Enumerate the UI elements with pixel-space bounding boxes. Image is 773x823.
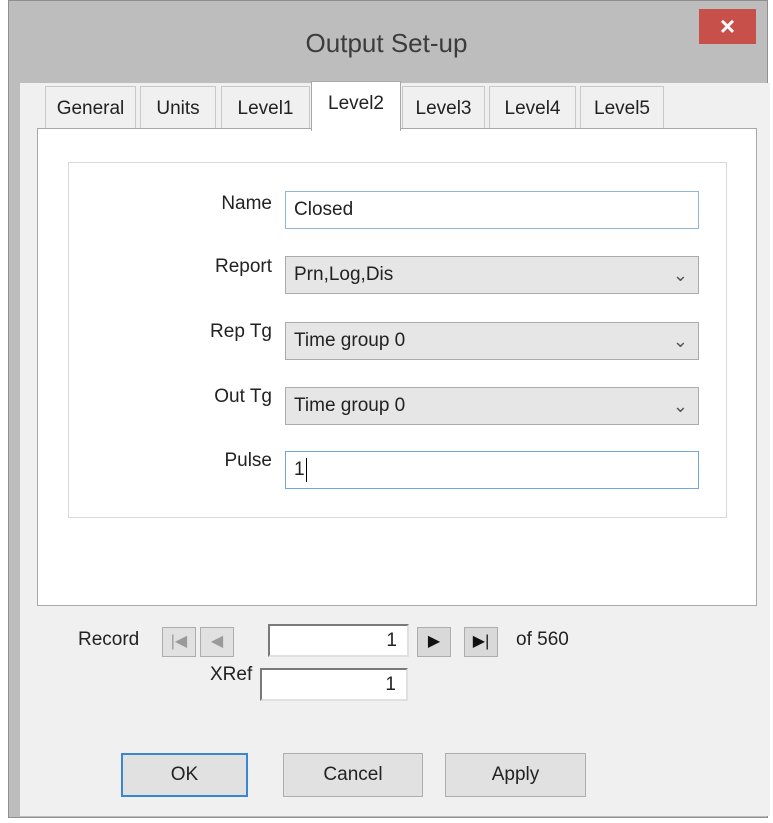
text-caret — [305, 457, 307, 482]
tab-level1[interactable]: Level1 — [221, 86, 310, 129]
chevron-down-icon: ⌄ — [672, 265, 688, 285]
apply-button[interactable]: Apply — [445, 753, 586, 797]
close-icon: × — [719, 11, 736, 41]
name-label: Name — [221, 193, 272, 214]
last-record-icon: ▶| — [472, 633, 490, 650]
tab-level4[interactable]: Level4 — [489, 86, 576, 129]
ok-button[interactable]: OK — [121, 753, 248, 797]
out-tg-select[interactable]: Time group 0 ⌄ — [285, 387, 699, 425]
next-record-icon: ▶ — [427, 633, 441, 650]
pulse-label: Pulse — [224, 450, 272, 471]
dialog-title: Output Set-up — [305, 28, 468, 58]
name-value: Closed — [294, 199, 354, 220]
out-tg-value: Time group 0 — [294, 395, 406, 416]
report-select[interactable]: Prn,Log,Dis ⌄ — [285, 256, 699, 294]
rep-tg-label: Rep Tg — [210, 321, 272, 342]
chevron-down-icon: ⌄ — [672, 396, 688, 416]
first-record-icon: |◀ — [170, 633, 188, 650]
tab-level3[interactable]: Level3 — [402, 86, 485, 129]
tab-level5[interactable]: Level5 — [580, 86, 664, 129]
cancel-button[interactable]: Cancel — [283, 753, 423, 797]
next-record-button[interactable]: ▶ — [417, 627, 451, 657]
prev-record-icon: ◀ — [210, 633, 224, 650]
rep-tg-value: Time group 0 — [294, 330, 406, 351]
report-value: Prn,Log,Dis — [294, 264, 394, 285]
close-button[interactable]: × — [699, 9, 756, 44]
pulse-value: 1 — [294, 459, 305, 480]
name-input[interactable]: Closed — [285, 191, 699, 229]
chevron-down-icon: ⌄ — [672, 331, 688, 351]
xref-label: XRef — [210, 664, 253, 685]
rep-tg-select[interactable]: Time group 0 ⌄ — [285, 322, 699, 360]
tab-level2[interactable]: Level2 — [311, 81, 401, 131]
first-record-button[interactable]: |◀ — [162, 627, 196, 657]
out-tg-label: Out Tg — [214, 386, 272, 407]
record-count: of 560 — [516, 629, 569, 650]
record-label: Record — [78, 629, 140, 650]
report-label: Report — [214, 256, 272, 277]
tab-general[interactable]: General — [45, 86, 136, 129]
record-number-input[interactable]: 1 — [268, 624, 409, 657]
tab-units[interactable]: Units — [140, 86, 216, 129]
prev-record-button[interactable]: ◀ — [200, 627, 234, 657]
pulse-input[interactable]: 1 — [285, 451, 699, 489]
last-record-button[interactable]: ▶| — [464, 627, 498, 657]
xref-input[interactable]: 1 — [260, 668, 408, 701]
